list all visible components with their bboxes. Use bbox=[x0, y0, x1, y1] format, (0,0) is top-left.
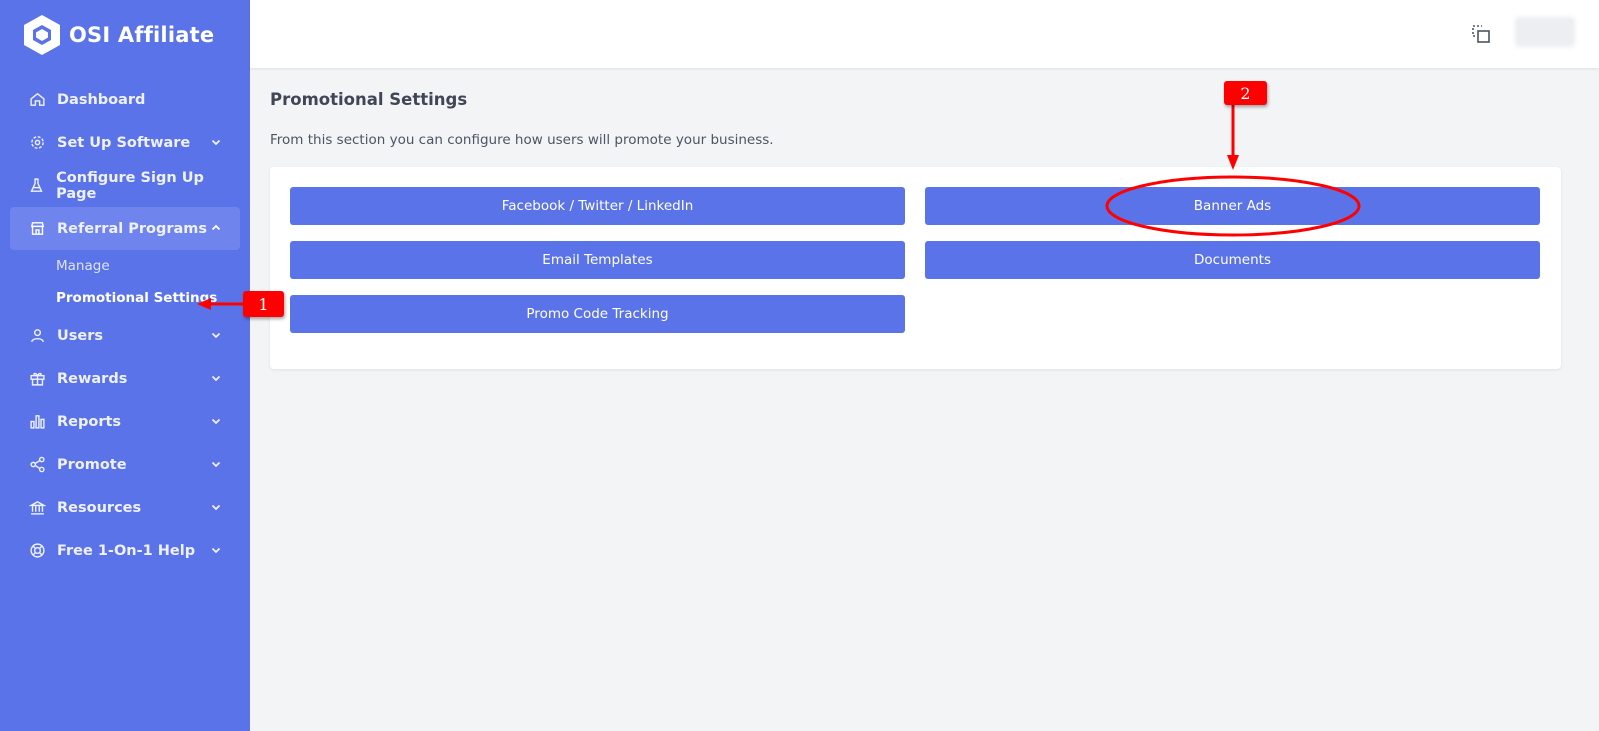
sidebar-item-users[interactable]: Users bbox=[10, 314, 240, 357]
sidebar-item-label: Resources bbox=[57, 499, 142, 516]
annotation-arrow-2 bbox=[1227, 103, 1239, 170]
home-icon bbox=[28, 91, 46, 109]
chevron-down-icon bbox=[211, 375, 221, 382]
share-icon bbox=[28, 456, 46, 474]
user-avatar[interactable] bbox=[1515, 17, 1575, 47]
referral-programs-submenu: Manage Promotional Settings bbox=[10, 250, 240, 314]
brand-logo[interactable]: OSI Affiliate bbox=[23, 14, 214, 56]
brand-name: OSI Affiliate bbox=[69, 23, 215, 47]
sidebar-item-configure-sign-up-page[interactable]: Configure Sign Up Page bbox=[10, 164, 240, 207]
user-icon bbox=[28, 327, 46, 345]
sidebar: OSI Affiliate Dashboard Set Up Software … bbox=[0, 0, 250, 731]
bar-chart-icon bbox=[28, 413, 46, 431]
chevron-up-icon bbox=[211, 224, 221, 231]
bank-icon bbox=[28, 499, 46, 517]
sidebar-subitem-manage[interactable]: Manage bbox=[56, 250, 240, 282]
sidebar-item-label: Reports bbox=[57, 413, 122, 430]
sidebar-item-label: Dashboard bbox=[57, 91, 146, 108]
store-icon bbox=[28, 220, 46, 238]
page-title: Promotional Settings bbox=[270, 90, 468, 109]
gear-icon bbox=[28, 134, 46, 152]
sidebar-item-rewards[interactable]: Rewards bbox=[10, 357, 240, 400]
flask-icon bbox=[28, 177, 45, 195]
annotation-step-1-badge: 1 bbox=[243, 291, 284, 317]
sidebar-item-label: Configure Sign Up Page bbox=[56, 169, 204, 202]
chevron-down-icon bbox=[211, 332, 221, 339]
sidebar-item-label: Free 1-On-1 Help bbox=[57, 542, 196, 559]
sidebar-item-reports[interactable]: Reports bbox=[10, 400, 240, 443]
documents-button[interactable]: Documents bbox=[925, 241, 1540, 279]
sidebar-subitem-promotional-settings[interactable]: Promotional Settings bbox=[56, 282, 240, 314]
sidebar-nav: Dashboard Set Up Software Configure Sign… bbox=[10, 78, 240, 572]
page-description: From this section you can configure how … bbox=[270, 132, 774, 148]
sidebar-item-label: Promote bbox=[57, 456, 127, 473]
sidebar-item-promote[interactable]: Promote bbox=[10, 443, 240, 486]
promo-code-tracking-button[interactable]: Promo Code Tracking bbox=[290, 295, 905, 333]
fullscreen-toggle-icon[interactable] bbox=[1471, 24, 1491, 44]
chevron-down-icon bbox=[211, 418, 221, 425]
email-templates-button[interactable]: Email Templates bbox=[290, 241, 905, 279]
sidebar-item-free-help[interactable]: Free 1-On-1 Help bbox=[10, 529, 240, 572]
sidebar-item-label: Set Up Software bbox=[57, 134, 191, 151]
social-share-settings-button[interactable]: Facebook / Twitter / LinkedIn bbox=[290, 187, 905, 225]
sidebar-item-label: Referral Programs bbox=[57, 220, 208, 237]
lifebuoy-icon bbox=[28, 542, 46, 560]
promotion-options-card: Facebook / Twitter / LinkedIn Banner Ads… bbox=[270, 167, 1561, 369]
hexagon-logo-icon bbox=[24, 15, 60, 55]
sidebar-item-label: Rewards bbox=[57, 370, 128, 387]
sidebar-item-referral-programs[interactable]: Referral Programs bbox=[10, 207, 240, 250]
gift-icon bbox=[28, 370, 46, 388]
top-bar bbox=[250, 0, 1599, 68]
sidebar-item-resources[interactable]: Resources bbox=[10, 486, 240, 529]
sidebar-item-set-up-software[interactable]: Set Up Software bbox=[10, 121, 240, 164]
sidebar-item-dashboard[interactable]: Dashboard bbox=[10, 78, 240, 121]
sidebar-item-label: Users bbox=[57, 327, 104, 344]
chevron-down-icon bbox=[211, 504, 221, 511]
banner-ads-button[interactable]: Banner Ads bbox=[925, 187, 1540, 225]
chevron-down-icon bbox=[211, 547, 221, 554]
chevron-down-icon bbox=[211, 139, 221, 146]
annotation-step-2-badge: 2 bbox=[1224, 81, 1267, 105]
chevron-down-icon bbox=[211, 461, 221, 468]
